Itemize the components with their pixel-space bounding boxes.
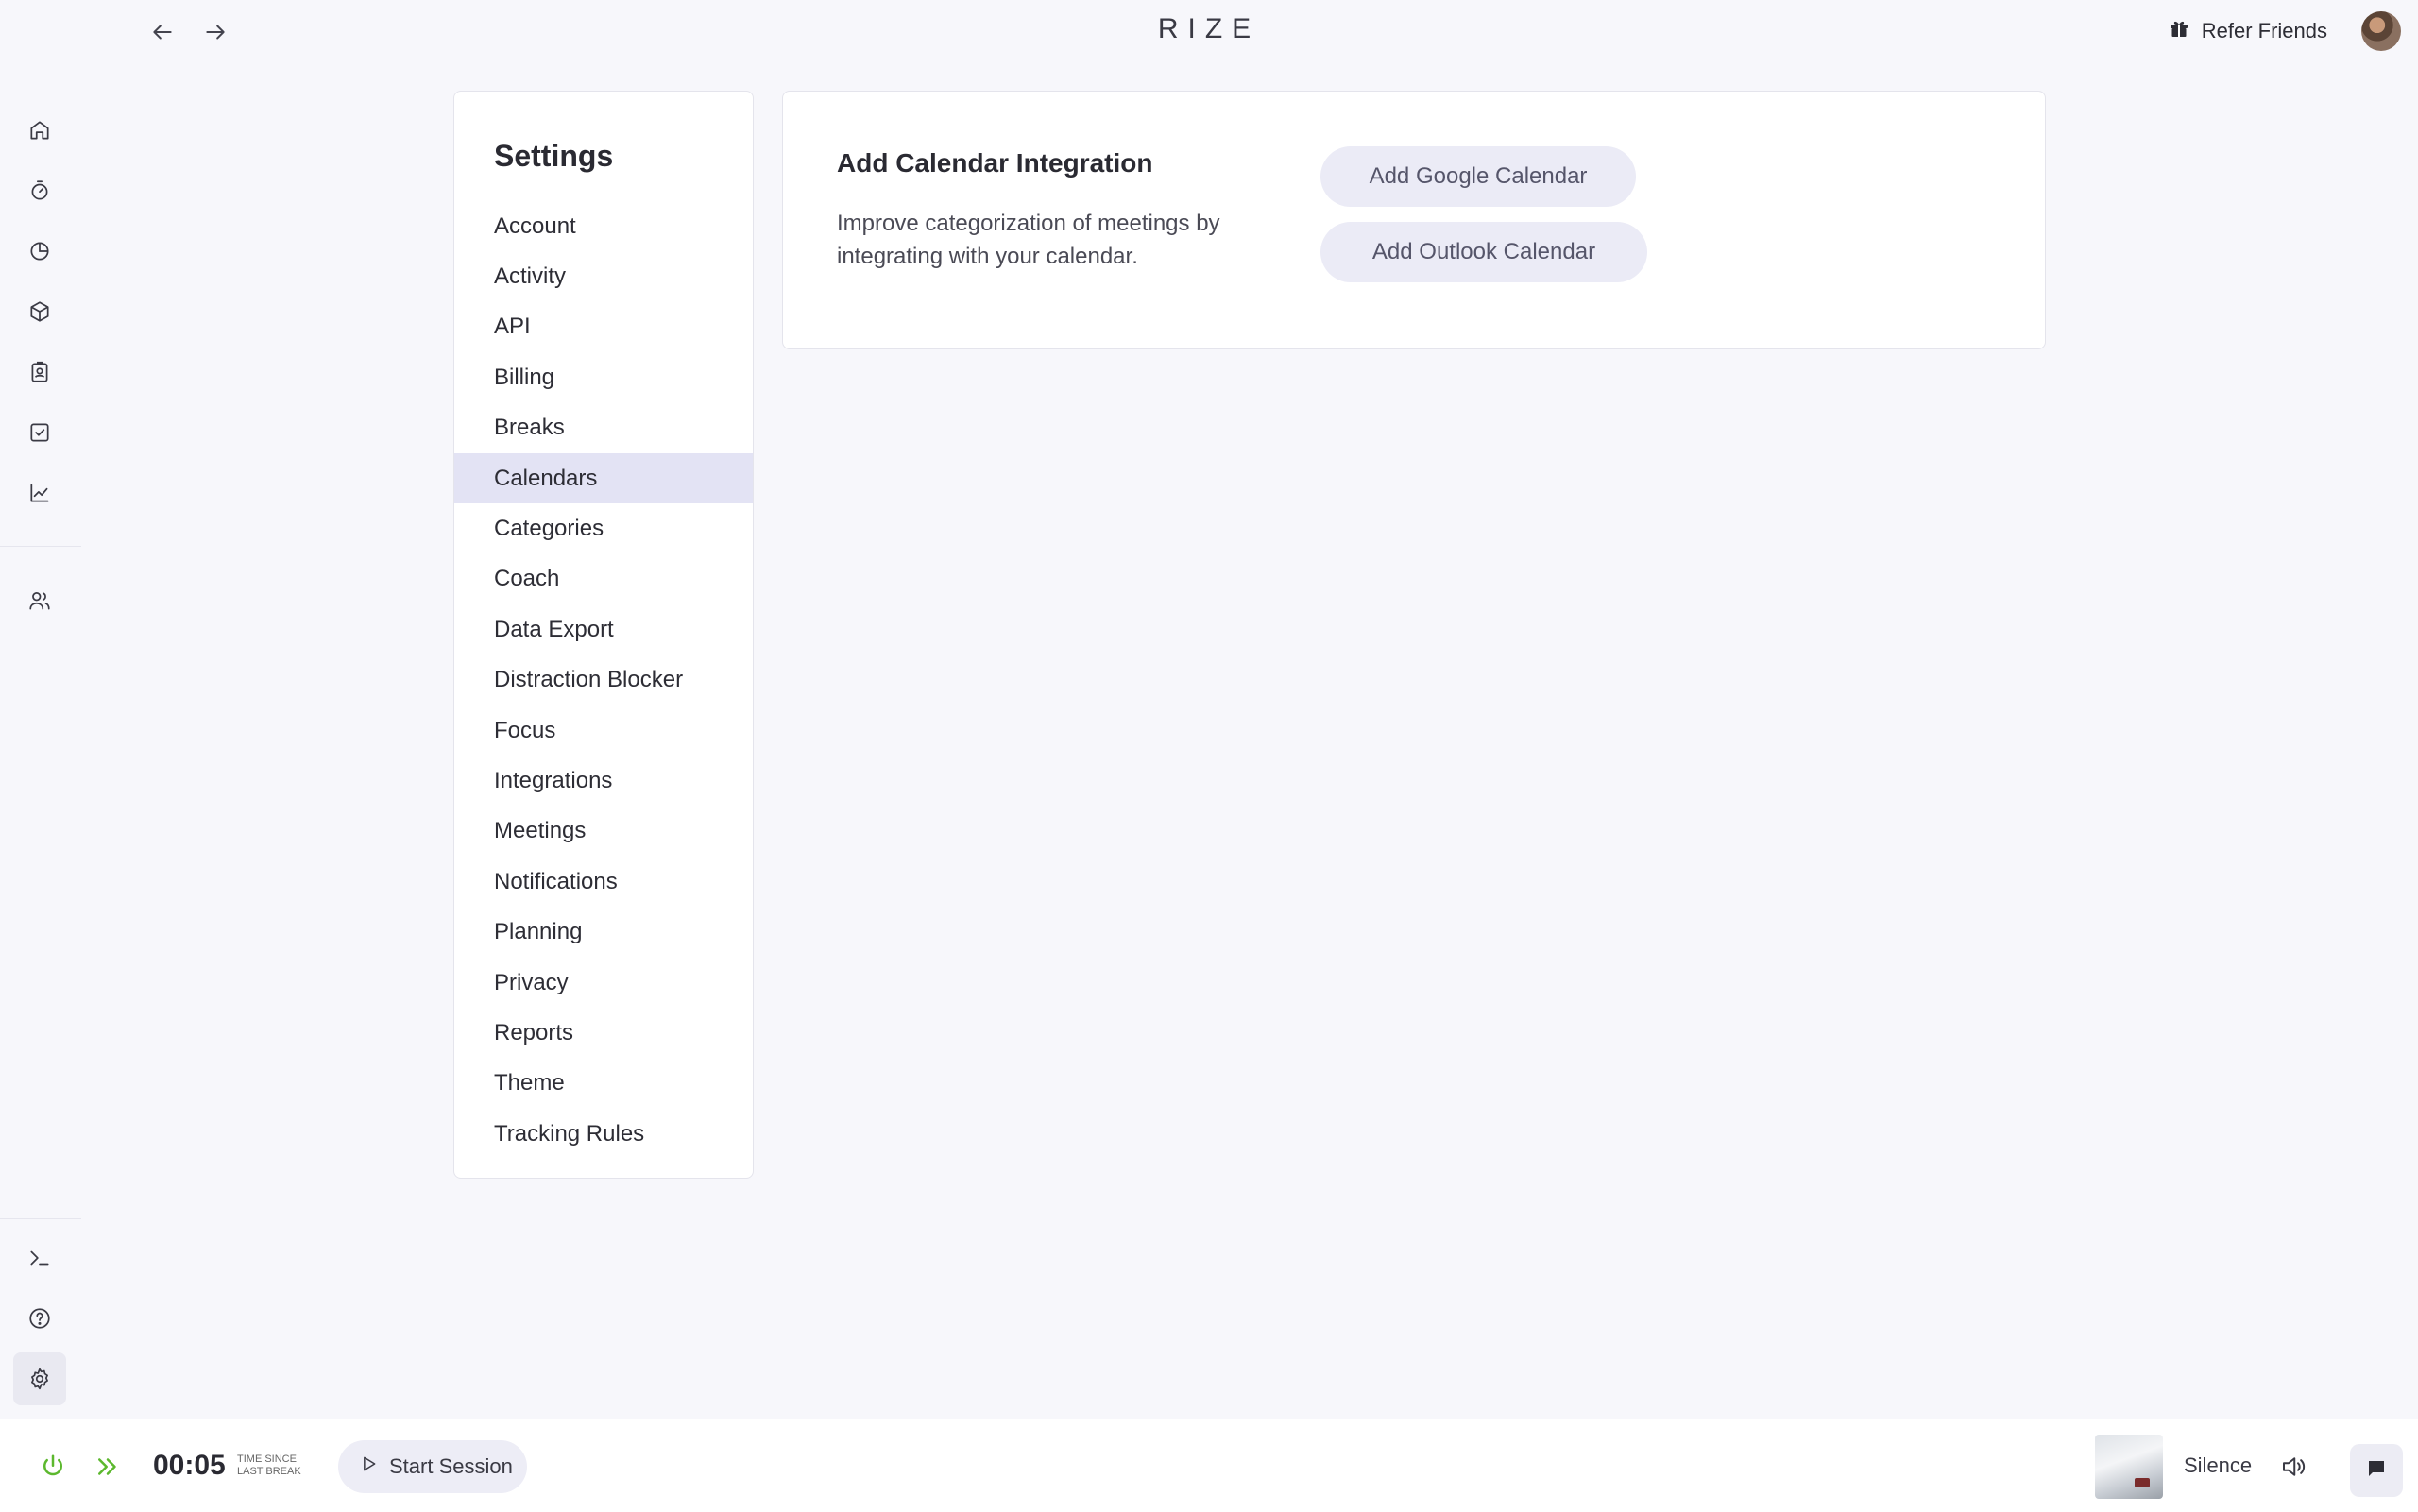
settings-item-api[interactable]: API (454, 302, 753, 352)
settings-item-theme[interactable]: Theme (454, 1059, 753, 1109)
settings-item-categories[interactable]: Categories (454, 503, 753, 553)
app-logo: RIZE (1157, 13, 1261, 44)
clients-badge-icon[interactable] (13, 346, 66, 399)
chat-icon (2365, 1457, 2388, 1485)
tasks-checkbox-icon[interactable] (13, 406, 66, 459)
settings-item-meetings[interactable]: Meetings (454, 807, 753, 857)
top-bar: RIZE Refer Friends (0, 0, 2418, 66)
team-users-icon[interactable] (13, 574, 66, 627)
rail-divider (0, 546, 81, 547)
refer-friends-button[interactable]: Refer Friends (2168, 17, 2327, 45)
settings-item-calendars[interactable]: Calendars (454, 452, 753, 504)
start-session-button[interactable]: Start Session (338, 1440, 527, 1493)
add-google-calendar-button[interactable]: Add Google Calendar (1320, 146, 1636, 207)
rail-divider-bottom (0, 1218, 81, 1219)
settings-item-planning[interactable]: Planning (454, 907, 753, 957)
soundscape-thumbnail[interactable] (2095, 1435, 2163, 1499)
settings-item-data-export[interactable]: Data Export (454, 604, 753, 654)
chat-support-button[interactable] (2350, 1444, 2403, 1497)
left-nav-rail (0, 66, 81, 1419)
calendar-integration-card: Add Calendar Integration Improve categor… (782, 91, 2046, 349)
card-title: Add Calendar Integration (837, 148, 1153, 178)
refer-friends-label: Refer Friends (2201, 19, 2327, 42)
terminal-icon[interactable] (13, 1232, 66, 1284)
settings-menu-panel: Settings Account Activity API Billing Br… (453, 91, 754, 1179)
projects-cube-icon[interactable] (13, 285, 66, 338)
bottom-bar: 00:05 TIME SINCE LAST BREAK Start Sessio… (0, 1419, 2418, 1512)
avatar[interactable] (2361, 11, 2401, 51)
timer-label-line2: LAST BREAK (237, 1466, 301, 1477)
card-description: Improve categorization of meetings by in… (837, 211, 1220, 269)
settings-item-coach[interactable]: Coach (454, 554, 753, 604)
play-icon (359, 1454, 378, 1479)
power-icon[interactable] (34, 1448, 72, 1486)
soundscape-label[interactable]: Silence (2184, 1453, 2252, 1478)
help-icon[interactable] (13, 1292, 66, 1345)
settings-item-billing[interactable]: Billing (454, 352, 753, 402)
settings-item-breaks[interactable]: Breaks (454, 403, 753, 453)
settings-gear-icon[interactable] (13, 1352, 66, 1405)
settings-item-distraction-blocker[interactable]: Distraction Blocker (454, 655, 753, 705)
add-outlook-calendar-button[interactable]: Add Outlook Calendar (1320, 222, 1647, 282)
break-timer: 00:05 (153, 1450, 226, 1481)
settings-item-focus[interactable]: Focus (454, 705, 753, 756)
settings-title: Settings (494, 139, 614, 173)
reports-line-chart-icon[interactable] (13, 467, 66, 519)
timer-icon[interactable] (13, 164, 66, 217)
gift-icon (2168, 17, 2190, 45)
settings-item-tracking-rules[interactable]: Tracking Rules (454, 1109, 753, 1159)
skip-forward-icon[interactable] (89, 1448, 127, 1486)
home-icon[interactable] (13, 104, 66, 157)
timer-label: TIME SINCE LAST BREAK (237, 1453, 313, 1478)
volume-icon[interactable] (2274, 1448, 2312, 1486)
timer-label-line1: TIME SINCE (237, 1453, 297, 1465)
settings-item-reports[interactable]: Reports (454, 1008, 753, 1058)
start-session-label: Start Session (389, 1454, 513, 1478)
settings-item-integrations[interactable]: Integrations (454, 756, 753, 806)
settings-item-activity[interactable]: Activity (454, 251, 753, 301)
settings-item-account[interactable]: Account (454, 201, 753, 251)
settings-menu: Account Activity API Billing Breaks Cale… (454, 201, 753, 1159)
settings-item-privacy[interactable]: Privacy (454, 958, 753, 1008)
pie-chart-icon[interactable] (13, 225, 66, 278)
settings-item-notifications[interactable]: Notifications (454, 857, 753, 907)
